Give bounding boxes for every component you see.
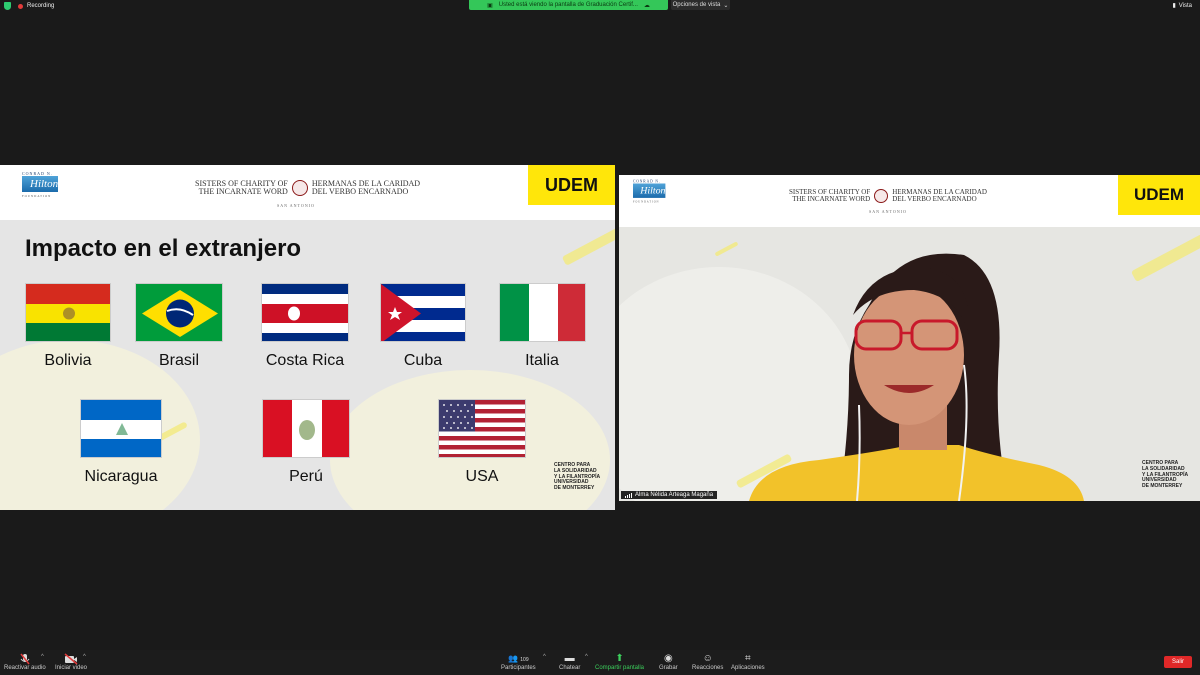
peru-flag-icon (262, 399, 350, 458)
country-label: Nicaragua (84, 468, 158, 485)
view-options-button[interactable]: Opciones de vista ⌄ (671, 0, 730, 10)
share-screen-button[interactable]: ⬆ Compartir pantalla (595, 653, 644, 671)
screen-share-banner[interactable]: ▣ Usted está viendo la pantalla de Gradu… (469, 0, 668, 10)
country-brasil: Brasil (124, 283, 234, 370)
recording-dot-icon (18, 3, 23, 9)
seal-icon (291, 180, 308, 197)
recording-indicator[interactable]: Recording (4, 2, 54, 10)
country-label: Brasil (158, 352, 199, 369)
share-banner-text: Usted está viendo la pantalla de Graduac… (498, 2, 638, 8)
top-bar: Recording ▣ Usted está viendo la pantall… (0, 0, 1200, 14)
country-label: Cuba (403, 352, 443, 369)
usa-flag-icon (438, 399, 526, 458)
cloud-icon: ☁ (643, 2, 650, 9)
participants-icon: 👥 109 (508, 654, 529, 663)
participants-count: 109 (520, 657, 529, 663)
country-label: Italia (525, 352, 559, 369)
share-screen-icon: ⬆ (615, 653, 624, 664)
chat-button[interactable]: ▬ Chatear (559, 653, 580, 671)
sisters-of-charity-logo: SISTERS OF CHARITY OF THE INCARNATE WORD… (789, 188, 987, 204)
slide-title: Impacto en el extranjero (25, 235, 302, 262)
country-label: Costa Rica (265, 352, 345, 369)
chat-icon: ▬ (564, 653, 575, 664)
participant-person (749, 253, 1084, 501)
reactions-button[interactable]: ☺ Reacciones (692, 653, 723, 671)
costa-rica-flag-icon (261, 283, 349, 342)
leave-button[interactable]: Salir (1164, 656, 1192, 668)
recording-label: Recording (27, 3, 55, 9)
foundation-label: FOUNDATION (22, 194, 52, 198)
participant-name-tag: Alma Nélida Arteaga Magaña (621, 491, 718, 499)
hermanas-line-2: DEL VERBO ENCARNADO (311, 187, 409, 197)
san-antonio-label: SAN ANTONIO (277, 203, 315, 208)
centro-solidaridad-logo: CENTRO PARA LA SOLIDARIDAD Y LA FILANTROPÍ… (554, 462, 601, 491)
nicaragua-flag-icon (80, 399, 162, 458)
shared-screen-slide[interactable]: CONRAD N. Hilton FOUNDATION SISTERS OF C… (0, 165, 615, 510)
bolivia-flag-icon (25, 283, 111, 342)
italy-flag-icon (498, 283, 586, 342)
country-cuba: Cuba (368, 283, 478, 370)
brazil-flag-icon (135, 283, 223, 342)
record-button[interactable]: ◉ Grabar (659, 653, 678, 671)
record-icon: ◉ (663, 653, 673, 664)
country-bolivia: Bolivia (13, 283, 123, 370)
country-peru: Perú (251, 399, 361, 486)
apps-button[interactable]: ⌗ Aplicaciones (731, 653, 765, 671)
country-italia: Italia (487, 283, 597, 370)
video-background-header: CONRAD N. Hilton FOUNDATION SISTERS OF C… (619, 175, 1200, 227)
udem-logo: UDEM (528, 165, 615, 205)
participant-name: Alma Nélida Arteaga Magaña (635, 492, 714, 498)
participants-chevron-icon[interactable]: ^ (543, 654, 546, 660)
participant-video-panel[interactable]: CONRAD N. Hilton FOUNDATION SISTERS OF C… (619, 175, 1200, 501)
slide-header: CONRAD N. Hilton FOUNDATION SISTERS OF C… (0, 165, 615, 220)
hilton-foundation-logo: CONRAD N. Hilton FOUNDATION (22, 171, 58, 198)
zoom-meeting-window: Recording ▣ Usted está viendo la pantall… (0, 0, 1200, 675)
country-label: Bolivia (44, 352, 92, 369)
country-label: Perú (289, 468, 323, 485)
hilton-logo-mark: Hilton (22, 176, 58, 192)
seal-icon (874, 189, 889, 204)
video-off-icon (64, 653, 78, 665)
country-label: USA (465, 468, 499, 485)
view-options-label: Opciones de vista (672, 2, 721, 8)
centro-solidaridad-logo: CENTRO PARA LA SOLIDARIDAD Y LA FILANTROPÍ… (1142, 460, 1189, 489)
view-grid-icon: ▮ (1172, 3, 1176, 9)
security-shield-icon[interactable] (4, 2, 11, 10)
yellow-brush-stroke (561, 224, 615, 266)
participants-button[interactable]: 👥 109 Participantes (501, 653, 536, 671)
country-usa: USA (427, 399, 537, 486)
sisters-of-charity-logo: SISTERS OF CHARITY OF THE INCARNATE WORD… (195, 179, 420, 197)
reactions-icon: ☺ (702, 653, 713, 664)
share-screen-icon: ▣ (487, 2, 493, 9)
view-button[interactable]: ▮ Vista (1172, 2, 1192, 10)
view-label: Vista (1178, 2, 1192, 9)
sisters-line-2: THE INCARNATE WORD (198, 187, 288, 197)
country-nicaragua: Nicaragua (66, 399, 176, 486)
udem-logo: UDEM (1118, 175, 1200, 215)
unmute-audio-button[interactable]: Reactivar audio (4, 653, 46, 671)
muted-mic-icon (20, 653, 30, 665)
chat-chevron-icon[interactable]: ^ (585, 654, 588, 660)
cuba-flag-icon (380, 283, 466, 342)
video-options-chevron-icon[interactable]: ^ (83, 654, 86, 660)
apps-icon: ⌗ (745, 653, 751, 664)
hilton-foundation-logo: CONRAD N. Hilton FOUNDATION (633, 179, 666, 204)
chevron-down-icon: ⌄ (723, 2, 729, 9)
meeting-toolbar: Reactivar audio ^ Iniciar video ^ 👥 109 … (0, 650, 1200, 675)
audio-options-chevron-icon[interactable]: ^ (41, 654, 44, 660)
signal-strength-icon (625, 492, 632, 498)
country-costa-rica: Costa Rica (250, 283, 360, 370)
